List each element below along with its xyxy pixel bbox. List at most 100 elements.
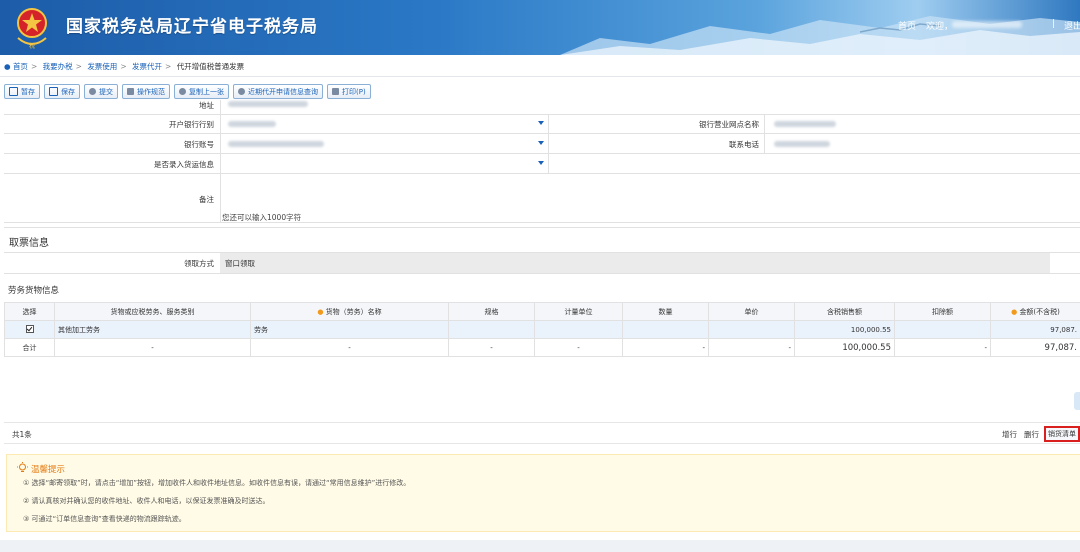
toolbar: 暂存 保存 提交 操作规范 复制上一张 近期代开申请信息查询 打印(P) [4,84,371,99]
bank-type-label: 开户银行行别 [169,120,214,129]
goods-table: 选择 货物或应税劳务、服务类别 ● 货物（劳务）名称 规格 计量单位 数量 单价… [4,302,1080,357]
total-dash: - [534,338,623,357]
logout-link[interactable]: 退出 [1064,19,1080,32]
operation-guide-button[interactable]: 操作规范 [122,84,170,99]
row-qty[interactable] [622,320,709,339]
tip-line-3: ③ 可通过“订单信息查询”查看快递的物流跟踪轨迹。 [23,515,186,523]
col-select: 选择 [4,302,55,321]
col-divider [220,100,221,222]
breadcrumb-separator: > [120,62,127,71]
row-divider [4,114,1080,115]
row-unit[interactable] [534,320,623,339]
recent-query-button[interactable]: 近期代开申请信息查询 [233,84,323,99]
remark-label: 备注 [199,195,214,204]
col-amount: ● 金额(不含税) [990,302,1080,321]
contact-phone-value-redacted [774,141,830,147]
total-dash: - [708,338,795,357]
breadcrumb: ● 首页 > 我要办税 > 发票使用 > 发票代开 > 代开增值税普通发票 [4,61,244,72]
print-button[interactable]: 打印(P) [327,84,371,99]
bank-branch-value-redacted [774,121,836,127]
lightbulb-icon [17,462,28,472]
col-sales-incl-tax: 含税销售额 [794,302,895,321]
save-draft-icon [9,87,18,96]
tips-panel: 温馨提示 ① 选择“邮寄领取”时，请点击“增加”按钮，增加收件人和收件地址信息。… [6,454,1080,532]
side-scroll-tab[interactable] [1074,392,1080,410]
bank-type-dropdown-icon[interactable] [538,121,544,125]
query-icon [238,88,245,95]
breadcrumb-tax-service[interactable]: 我要办税 [43,62,73,71]
site-header: 税 国家税务总局辽宁省电子税务局 首页 欢迎， | 退出 [0,0,1080,55]
pickup-method-value: 窗口领取 [225,259,255,268]
table-footer: 共1条 增行 删行 销货清单 [4,422,1080,444]
contact-phone-label: 联系电话 [729,140,759,149]
home-link[interactable]: 首页 [898,19,916,32]
remark-textarea[interactable] [222,175,1078,209]
svg-text:税: 税 [29,42,35,50]
row-goods-name[interactable]: 劳务 [250,320,449,339]
bank-account-label: 银行账号 [184,140,214,149]
record-count: 共1条 [12,430,32,439]
row-price[interactable] [708,320,795,339]
add-row-button[interactable]: 增行 [1002,429,1017,440]
row-checkbox[interactable] [25,324,34,333]
table-row[interactable]: 其他加工劳务 劳务 100,000.55 97,087. [4,320,1080,339]
row-category[interactable]: 其他加工劳务 [54,320,251,339]
location-pin-icon: ● [4,62,11,71]
col-price: 单价 [708,302,795,321]
remark-hint: 您还可以输入1000字符 [222,213,302,222]
save-button[interactable]: 保存 [44,84,80,99]
submit-button[interactable]: 提交 [84,84,118,99]
bank-account-dropdown-icon[interactable] [538,141,544,145]
row-divider [4,173,1080,174]
row-select-cell[interactable] [4,320,55,339]
pickup-method-field[interactable] [220,253,1050,273]
row-deduction[interactable] [894,320,991,339]
address-label: 地址 [199,101,214,110]
row-divider [4,133,1080,134]
col-deduction: 扣除额 [894,302,991,321]
row-sales-incl-tax[interactable]: 100,000.55 [794,320,895,339]
total-sales-incl-tax: 100,000.55 [794,338,895,357]
row-spec[interactable] [448,320,535,339]
site-title: 国家税务总局辽宁省电子税务局 [66,17,318,37]
delete-row-button[interactable]: 删行 [1024,429,1039,440]
breadcrumb-home[interactable]: 首页 [13,62,28,71]
bank-account-value-redacted [228,141,324,147]
total-dash: - [250,338,449,357]
invoice-form: 地址 开户银行行别 银行营业网点名称 银行账号 联系电话 是否录入货运信息 备注… [4,100,1080,225]
total-label: 合计 [4,338,55,357]
save-draft-button[interactable]: 暂存 [4,84,40,99]
tip-line-1: ① 选择“邮寄领取”时，请点击“增加”按钮，增加收件人和收件地址信息。如收件信息… [23,479,411,487]
row-divider [4,153,1080,154]
goods-section-title: 劳务货物信息 [8,286,60,296]
copy-previous-button[interactable]: 复制上一张 [174,84,229,99]
breadcrumb-current: 代开增值税普通发票 [176,62,245,71]
printer-icon [332,88,339,95]
pickup-method-label: 领取方式 [184,259,214,268]
breadcrumb-invoice-use[interactable]: 发票使用 [87,62,117,71]
total-row: 合计 - - - - - - 100,000.55 - 97,087. [4,338,1080,357]
header-divider: | [1052,19,1056,29]
pickup-row: 领取方式 窗口领取 [4,252,1080,274]
tips-title: 温馨提示 [31,465,66,475]
col-spec: 规格 [448,302,535,321]
table-header-row: 选择 货物或应税劳务、服务类别 ● 货物（劳务）名称 规格 计量单位 数量 单价… [4,302,1080,321]
section-divider [4,227,1080,228]
freight-info-dropdown-icon[interactable] [538,161,544,165]
col-goods-name: ● 货物（劳务）名称 [250,302,449,321]
bank-type-value-redacted [228,121,276,127]
col-category: 货物或应税劳务、服务类别 [54,302,251,321]
footer-band [0,540,1080,552]
sales-list-button[interactable]: 销货清单 [1044,426,1080,442]
welcome-text: 欢迎， [926,22,954,32]
total-dash: - [622,338,709,357]
row-amount[interactable]: 97,087. [990,320,1080,339]
total-dash: - [54,338,251,357]
floppy-icon [49,87,58,96]
breadcrumb-invoice-issue[interactable]: 发票代开 [132,62,162,71]
username-redacted [952,21,1022,28]
great-wall-banner-image [560,16,1080,55]
breadcrumb-separator: > [165,62,172,71]
col-unit: 计量单位 [534,302,623,321]
submit-icon [89,88,96,95]
